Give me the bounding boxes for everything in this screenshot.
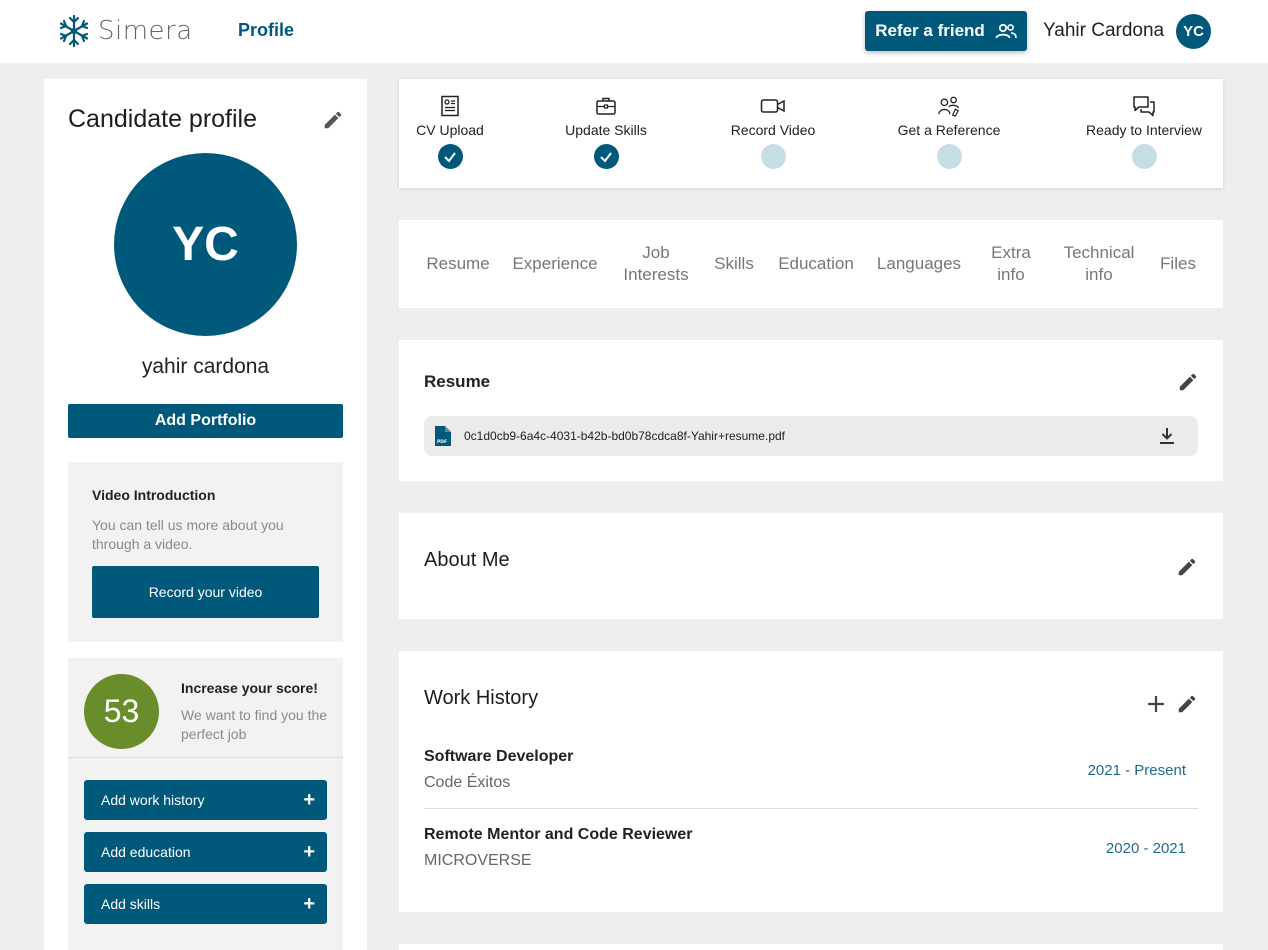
add-portfolio-button[interactable]: Add Portfolio: [68, 404, 343, 438]
profile-section-tabs: Resume Experience Job Interests Skills E…: [399, 220, 1223, 308]
step-label: Record Video: [730, 122, 816, 138]
divider: [424, 808, 1198, 809]
pencil-icon[interactable]: [1176, 556, 1198, 578]
about-me-title: About Me: [424, 549, 510, 571]
top-bar: Simera Profile Refer a friend Yahir Card…: [0, 0, 1268, 63]
divider: [68, 757, 343, 758]
step-pending-dot: [936, 144, 962, 169]
step-update-skills[interactable]: Update Skills: [531, 95, 681, 169]
step-cv-upload[interactable]: CV Upload: [375, 95, 525, 169]
step-label: Ready to Interview: [1086, 122, 1202, 138]
video-introduction-description: You can tell us more about you through a…: [92, 517, 284, 552]
pencil-icon[interactable]: [1176, 693, 1198, 715]
candidate-name: yahir cardona: [141, 355, 270, 378]
job-dates: 2021 - Present: [1087, 762, 1186, 779]
score-badge: 53: [84, 674, 159, 749]
tab-experience[interactable]: Experience: [506, 220, 604, 308]
video-introduction-box: Video Introduction You can tell us more …: [68, 462, 343, 642]
pencil-icon[interactable]: [1177, 371, 1199, 393]
step-record-video[interactable]: Record Video: [698, 95, 848, 169]
briefcase-icon: [596, 97, 616, 115]
resume-title: Resume: [424, 372, 491, 391]
step-complete-check: [593, 144, 619, 169]
step-label: CV Upload: [416, 122, 484, 138]
plus-icon: +: [303, 893, 315, 915]
job-company: MICROVERSE: [424, 852, 532, 869]
resume-file-name: 0c1d0cb9-6a4c-4031-b42b-bd0b78cdca8f-Yah…: [464, 429, 785, 443]
refer-friend-button[interactable]: Refer a friend: [865, 11, 1027, 51]
plus-icon: +: [303, 841, 315, 863]
chat-icon: [1133, 96, 1155, 117]
work-history-title: Work History: [424, 687, 539, 709]
score-title: Increase your score!: [181, 680, 318, 696]
tab-files[interactable]: Files: [1152, 220, 1204, 308]
snowflake-logo-icon: [59, 14, 89, 48]
pdf-file-icon: PDF: [435, 426, 451, 446]
plus-icon: +: [303, 789, 315, 811]
tab-education[interactable]: Education: [769, 220, 863, 308]
score-box: 53 Increase your score! We want to find …: [68, 658, 343, 950]
job-company: Code Éxitos: [424, 774, 511, 791]
add-work-history-label: Add work history: [101, 792, 205, 808]
add-work-history-button[interactable]: Add work history +: [84, 780, 327, 820]
record-video-button[interactable]: Record your video: [92, 566, 319, 618]
step-ready-to-interview[interactable]: Ready to Interview: [1069, 95, 1219, 169]
simera-logo[interactable]: Simera: [56, 12, 193, 50]
user-name[interactable]: Yahir Cardona: [1043, 20, 1164, 42]
add-education-label: Add education: [101, 844, 191, 860]
cv-icon: [441, 95, 459, 117]
pencil-icon[interactable]: [322, 109, 344, 131]
profile-avatar: YC: [114, 153, 297, 336]
resume-file-row[interactable]: PDF 0c1d0cb9-6a4c-4031-b42b-bd0b78cdca8f…: [424, 416, 1198, 456]
step-complete-check: [437, 144, 463, 169]
tab-skills[interactable]: Skills: [707, 220, 761, 308]
step-pending-dot: [760, 144, 786, 169]
video-introduction-title: Video Introduction: [92, 487, 216, 503]
step-label: Get a Reference: [897, 122, 1001, 138]
check-icon: [444, 151, 456, 163]
resume-card: Resume PDF 0c1d0cb9-6a4c-4031-b42b-bd0b7…: [399, 340, 1223, 481]
add-education-button[interactable]: Add education +: [84, 832, 327, 872]
tab-resume[interactable]: Resume: [418, 220, 498, 308]
candidate-profile-panel: Candidate profile YC yahir cardona Add P…: [44, 79, 367, 950]
plus-icon[interactable]: [1145, 693, 1167, 715]
video-camera-icon: [760, 99, 785, 113]
svg-text:PDF: PDF: [437, 439, 447, 445]
step-get-reference[interactable]: Get a Reference: [874, 95, 1024, 169]
score-description: We want to find you the perfect job: [181, 707, 328, 742]
reference-icon: [938, 96, 960, 117]
job-title: Remote Mentor and Code Reviewer: [424, 826, 693, 843]
step-pending-dot: [1131, 144, 1157, 169]
job-dates: 2020 - 2021: [1105, 840, 1186, 857]
add-skills-button[interactable]: Add skills +: [84, 884, 327, 924]
tab-extra-info[interactable]: Extra info: [981, 220, 1041, 308]
tab-job-interests[interactable]: Job Interests: [611, 220, 701, 308]
nav-profile-link[interactable]: Profile: [238, 20, 294, 41]
refer-friend-label: Refer a friend: [875, 21, 985, 40]
add-skills-label: Add skills: [101, 896, 161, 912]
download-icon[interactable]: [1158, 426, 1176, 446]
step-label: Update Skills: [565, 122, 647, 138]
next-section-card: [399, 944, 1223, 950]
onboarding-steps: CV Upload Update Skills Record Video Get…: [399, 79, 1223, 188]
candidate-profile-title: Candidate profile: [68, 105, 258, 133]
about-me-card: About Me: [399, 513, 1223, 619]
work-history-card: Work History Software Developer Code Éxi…: [399, 651, 1223, 912]
tab-technical-info[interactable]: Technical info: [1054, 220, 1144, 308]
people-icon: [995, 23, 1017, 39]
user-avatar[interactable]: YC: [1176, 14, 1211, 49]
job-title: Software Developer: [424, 748, 574, 765]
logo-text: Simera: [98, 16, 193, 46]
tab-languages[interactable]: Languages: [871, 220, 967, 308]
check-icon: [600, 151, 612, 163]
